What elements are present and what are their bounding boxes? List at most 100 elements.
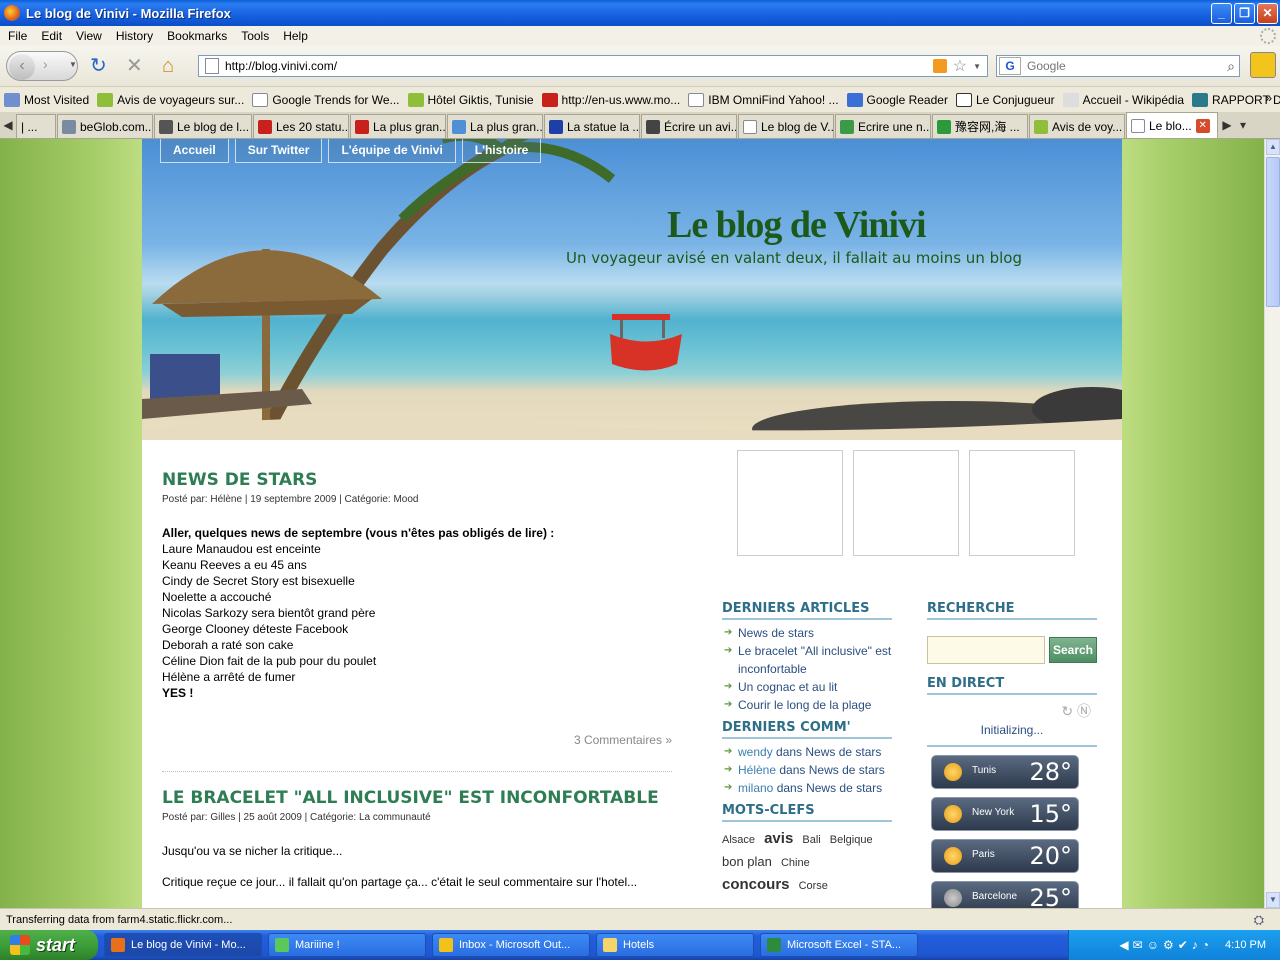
tab[interactable]: Les 20 statu...	[253, 114, 349, 138]
search-engine-icon[interactable]: G	[999, 57, 1021, 75]
refresh-icon[interactable]: ↻	[1061, 703, 1073, 719]
taskbar-item[interactable]: Inbox - Microsoft Out...	[432, 933, 590, 957]
comment-author-link[interactable]: Hélène	[738, 763, 776, 777]
reload-icon[interactable]: ↻	[90, 56, 107, 76]
tab-active[interactable]: Le blo... ✕	[1126, 112, 1218, 138]
tag-link[interactable]: Alsace	[722, 834, 755, 846]
bookmark-item[interactable]: Google Reader	[846, 92, 948, 107]
bookmark-star-icon[interactable]: ☆	[953, 56, 967, 76]
menu-tools[interactable]: Tools	[241, 29, 269, 43]
tab[interactable]: La statue la ...	[544, 114, 640, 138]
recent-article-link[interactable]: Le bracelet "All inclusive" est inconfor…	[722, 642, 892, 678]
tab[interactable]: Le blog de l...	[154, 114, 252, 138]
tray-icons[interactable]: ◀✉☺⚙✔♪◔	[1119, 938, 1213, 952]
nav-accueil[interactable]: Accueil	[160, 139, 229, 163]
comment-author-link[interactable]: milano	[738, 781, 773, 795]
url-text[interactable]: http://blog.vinivi.com/	[225, 59, 933, 73]
tab[interactable]: | ...	[16, 114, 56, 138]
tab[interactable]: beGlob.com...	[57, 114, 153, 138]
rss-icon[interactable]	[932, 59, 947, 73]
comments-link[interactable]: 3 Commentaires »	[162, 733, 672, 772]
comment-post-link[interactable]: News de stars	[809, 763, 885, 777]
post-title[interactable]: LE BRACELET "ALL INCLUSIVE" EST INCONFOR…	[162, 788, 672, 808]
tag-link[interactable]: Corse	[799, 880, 828, 892]
tab-list-icon[interactable]: ▾	[1235, 118, 1251, 132]
tag-link[interactable]: Belgique	[830, 834, 873, 846]
maximize-button[interactable]: ❐	[1234, 2, 1255, 24]
tag-link[interactable]: Bali	[802, 834, 820, 846]
menu-view[interactable]: View	[76, 29, 102, 43]
tag-link[interactable]: bon plan	[722, 854, 772, 869]
recent-article-link[interactable]: Courir le long de la plage	[722, 696, 892, 714]
menu-bookmarks[interactable]: Bookmarks	[167, 29, 227, 43]
tab-scroll-right-icon[interactable]: ▶	[1219, 118, 1235, 132]
search-magnifier-icon[interactable]: ⌕	[1227, 58, 1235, 75]
tab[interactable]: Avis de voy...	[1029, 114, 1125, 138]
forward-button[interactable]: ›	[43, 56, 48, 72]
ad-box[interactable]	[737, 450, 843, 556]
menu-file[interactable]: File	[8, 29, 27, 43]
tab-scroll-left-icon[interactable]: ◀	[0, 118, 16, 132]
recent-article-link[interactable]: Un cognac et au lit	[722, 678, 892, 696]
blog-search-input[interactable]	[927, 636, 1045, 664]
weather-widget[interactable]: Barcelone 25°	[931, 881, 1079, 908]
weather-widget[interactable]: Tunis 28°	[931, 755, 1079, 789]
scrollbar-thumb[interactable]	[1266, 157, 1280, 307]
menu-edit[interactable]: Edit	[41, 29, 62, 43]
pause-icon[interactable]: Ⓝ	[1077, 703, 1091, 719]
post-title[interactable]: NEWS DE STARS	[162, 470, 672, 490]
tab[interactable]: Ecrire une n...	[835, 114, 931, 138]
minimize-button[interactable]: _	[1211, 2, 1232, 24]
menu-help[interactable]: Help	[283, 29, 308, 43]
url-dropdown-icon[interactable]: ▼	[973, 62, 981, 71]
bookmark-item[interactable]: Le Conjugueur	[955, 92, 1055, 107]
recent-article-link[interactable]: News de stars	[722, 624, 892, 642]
tab-close-icon[interactable]: ✕	[1195, 118, 1210, 133]
scroll-down-icon[interactable]: ▼	[1266, 892, 1280, 908]
blog-title[interactable]: Le blog de Vinivi	[667, 203, 927, 247]
tag-link[interactable]: avis	[764, 830, 793, 847]
tag-link[interactable]: concours	[722, 876, 790, 893]
comment-author-link[interactable]: wendy	[738, 745, 773, 759]
start-button[interactable]: start	[0, 930, 98, 960]
bookmark-item[interactable]: http://en-us.www.mo...	[541, 92, 680, 107]
bookmark-item[interactable]: Most Visited	[4, 92, 89, 107]
nav-sur-twitter[interactable]: Sur Twitter	[234, 139, 323, 163]
close-button[interactable]: ✕	[1257, 2, 1278, 24]
url-bar[interactable]: http://blog.vinivi.com/ ☆ ▼	[198, 55, 988, 77]
bookmark-item[interactable]: IBM OmniFind Yahoo! ...	[688, 92, 839, 107]
tab[interactable]: 豫容网,海 ...	[932, 114, 1028, 138]
bookmark-item[interactable]: Google Trends for We...	[252, 92, 400, 107]
bookmark-item[interactable]: Avis de voyageurs sur...	[97, 92, 244, 107]
weather-widget[interactable]: Paris 20°	[931, 839, 1079, 873]
search-input[interactable]	[1027, 59, 1228, 73]
bookmark-item[interactable]: Hôtel Giktis, Tunisie	[407, 92, 534, 107]
vertical-scrollbar[interactable]: ▲ ▼	[1264, 139, 1280, 908]
stop-icon[interactable]: ✕	[126, 56, 143, 76]
history-dropdown-icon[interactable]: ▼	[69, 60, 77, 69]
ad-box[interactable]	[853, 450, 959, 556]
tab[interactable]: Écrire un avi...	[641, 114, 737, 138]
taskbar-item[interactable]: Hotels	[596, 933, 754, 957]
menu-history[interactable]: History	[116, 29, 153, 43]
tab[interactable]: Le blog de V...	[738, 114, 834, 138]
tab[interactable]: La plus gran...	[350, 114, 446, 138]
comment-post-link[interactable]: News de stars	[806, 781, 882, 795]
blog-search-button[interactable]: Search	[1049, 637, 1097, 663]
bookmarks-overflow-button[interactable]: »	[1265, 91, 1272, 105]
back-button[interactable]: ‹	[9, 54, 35, 80]
taskbar-item[interactable]: Mariiine !	[268, 933, 426, 957]
extension-icon[interactable]	[1250, 52, 1276, 78]
taskbar-item[interactable]: Le blog de Vinivi - Mo...	[104, 933, 262, 957]
bookmark-item[interactable]: Accueil - Wikipédia	[1062, 92, 1184, 107]
scroll-up-icon[interactable]: ▲	[1266, 139, 1280, 155]
tab[interactable]: La plus gran...	[447, 114, 543, 138]
nav-histoire[interactable]: L'histoire	[461, 139, 542, 163]
taskbar-item[interactable]: Microsoft Excel - STA...	[760, 933, 918, 957]
nav-equipe[interactable]: L'équipe de Vinivi	[328, 139, 456, 163]
comment-post-link[interactable]: News de stars	[805, 745, 881, 759]
home-icon[interactable]: ⌂	[162, 56, 174, 76]
weather-widget[interactable]: New York 15°	[931, 797, 1079, 831]
tag-link[interactable]: Chine	[781, 857, 810, 869]
ad-box[interactable]	[969, 450, 1075, 556]
